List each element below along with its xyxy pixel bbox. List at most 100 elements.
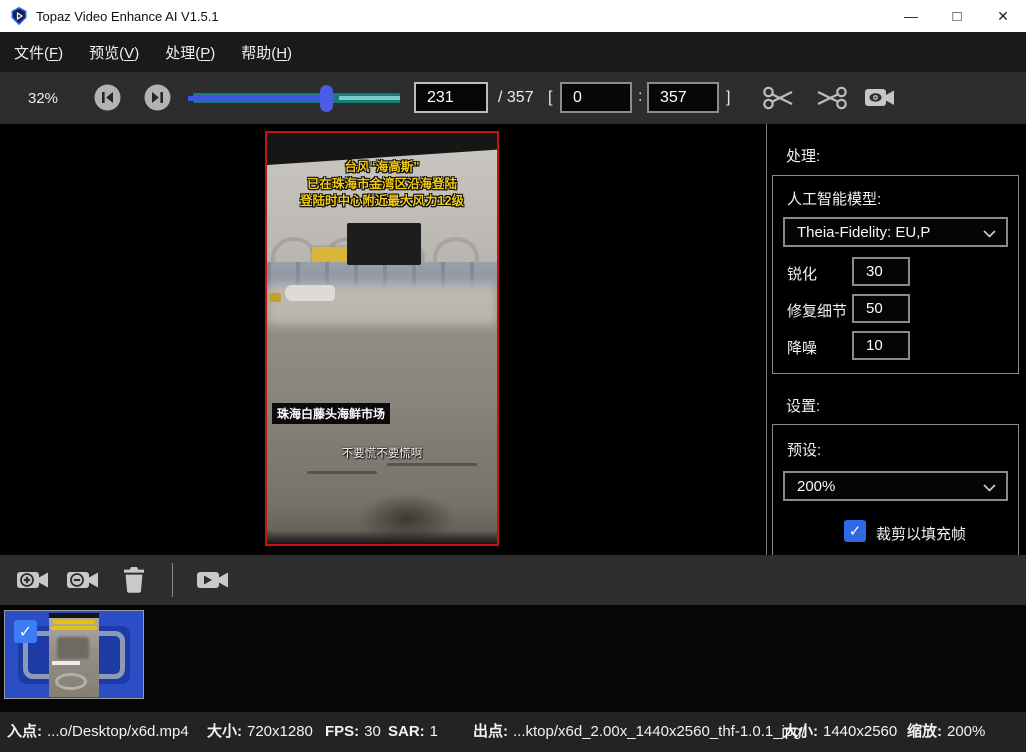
scale-value: 200% [947,723,985,740]
ai-model-dropdown[interactable]: Theia-Fidelity: EU,P [783,217,1008,247]
slider-remaining [339,96,400,100]
zoom-level-label: 32% [28,90,58,107]
preset-dropdown[interactable]: 200% [783,471,1008,501]
crop-checkbox-label: 裁剪以填充帧 [876,523,966,544]
menu-item-help[interactable]: 帮助(H) [241,42,292,63]
menu-mnemonic: V [124,45,134,62]
add-video-button[interactable] [16,568,50,592]
input-path-value: ...o/Desktop/x6d.mp4 [47,723,189,740]
crop-checkbox[interactable]: ✓ [844,520,866,542]
trim-start-scissors-icon[interactable] [762,85,798,111]
thumbnail-strip: ✓ [0,605,1026,712]
submerged-car [285,285,335,301]
chevron-down-icon [983,230,996,238]
video-preview: 台风“海高斯” 已在珠海市金湾区沿海登陆 登陆时中心附近最大风力12级 珠海白藤… [265,131,499,546]
menu-mnemonic: F [49,45,58,62]
menu-text: 帮助( [241,45,276,62]
yellow-debris [270,293,281,302]
play-clip-button[interactable] [196,568,230,592]
restore-detail-input[interactable] [852,294,910,323]
window-controls: — □ ✕ [888,0,1026,32]
range-open-bracket: [ [548,89,552,107]
chevron-down-icon [983,484,996,492]
status-bar: 入点:...o/Desktop/x6d.mp4 大小:720x1280 FPS:… [0,712,1026,752]
menu-text: ) [210,45,215,62]
delete-clip-button[interactable] [121,566,147,594]
output-path-value: ...ktop/x6d_2.00x_1440x2560_thf-1.0.1_jp… [513,723,806,740]
hanging-object [347,223,421,265]
preset-label: 预设: [787,439,821,460]
close-button[interactable]: ✕ [980,0,1026,32]
skip-to-end-button[interactable] [144,84,171,111]
slider-handle[interactable] [320,85,333,112]
title-bar: Topaz Video Enhance AI V1.5.1 — □ ✕ [0,0,1026,32]
trim-end-scissors-icon[interactable] [812,85,848,111]
menu-text: 文件( [14,45,49,62]
ai-model-value: Theia-Fidelity: EU,P [797,224,930,241]
video-thumbnail-tile[interactable]: ✓ [4,610,144,699]
restore-detail-label: 修复细节 [787,300,847,321]
output-size-label: 大小: [783,723,818,740]
range-close-bracket: ] [726,89,730,107]
mini-scene-shape [57,637,89,659]
range-end-input[interactable] [647,82,719,113]
menu-text: ) [58,45,63,62]
subtitle-text: 不要慌不要慌啊 [267,445,497,461]
mini-caption-line [51,626,97,630]
menu-item-file[interactable]: 文件(F) [14,42,63,63]
menu-text: ) [287,45,292,62]
scale-label: 缩放: [907,723,942,740]
playback-toolbar: 32% / 357 [ : ] [0,72,1026,124]
maximize-button[interactable]: □ [934,0,980,32]
minimize-button[interactable]: — [888,0,934,32]
overlay-line: 台风“海高斯” [267,159,497,176]
range-separator: : [638,88,642,106]
film-perforation [112,652,118,658]
sar-label: SAR: [388,723,425,740]
sharpen-label: 锐化 [787,263,817,284]
menu-text: 预览( [89,45,124,62]
timeline-slider[interactable] [193,92,400,104]
location-label: 珠海白藤头海鲜市场 [272,403,390,424]
preview-camera-eye-icon[interactable] [864,86,896,110]
ai-model-label: 人工智能模型: [787,188,881,209]
toolbar-divider [172,563,173,597]
input-size-label: 大小: [207,723,242,740]
thumbnail-checkbox[interactable]: ✓ [14,620,37,643]
denoise-input[interactable] [852,331,910,360]
film-perforation [30,652,36,658]
fps-label: FPS: [325,723,359,740]
output-path-label: 出点: [473,723,508,740]
mini-canopy [49,613,99,618]
bottom-fade [267,530,497,544]
slider-progress [188,96,327,101]
menu-mnemonic: H [276,45,287,62]
mini-label-line [52,661,80,665]
overlay-line: 已在珠海市金湾区沿海登陆 [267,176,497,193]
processing-heading: 处理: [786,145,820,166]
bridge-arch [271,237,317,262]
overlay-caption: 台风“海高斯” 已在珠海市金湾区沿海登陆 登陆时中心附近最大风力12级 [267,159,497,210]
menu-item-preview[interactable]: 预览(V) [89,42,139,63]
fps: FPS:30 [325,712,381,752]
menu-text: ) [134,45,139,62]
output-size: 大小: 1440x2560 [783,712,897,752]
ai-model-group: 人工智能模型: Theia-Fidelity: EU,P 锐化 修复细节 降噪 [772,175,1019,374]
input-size-value: 720x1280 [247,723,313,740]
current-frame-input[interactable] [414,82,488,113]
menu-item-process[interactable]: 处理(P) [165,42,215,63]
input-size: 大小: 720x1280 [207,712,313,752]
app-logo-icon [10,7,28,25]
output-size-value: 1440x2560 [823,723,897,740]
film-perforation [30,664,36,670]
output-path: 出点: ...ktop/x6d_2.00x_1440x2560_thf-1.0.1… [473,712,806,752]
water-ripple [307,471,377,474]
skip-to-start-button[interactable] [94,84,121,111]
preset-value: 200% [797,478,835,495]
range-start-input[interactable] [560,82,632,113]
remove-video-button[interactable] [66,568,100,592]
menu-bar: 文件(F) 预览(V) 处理(P) 帮助(H) [0,32,1026,72]
menu-text: 处理( [165,45,200,62]
film-perforation [112,640,118,646]
sharpen-input[interactable] [852,257,910,286]
